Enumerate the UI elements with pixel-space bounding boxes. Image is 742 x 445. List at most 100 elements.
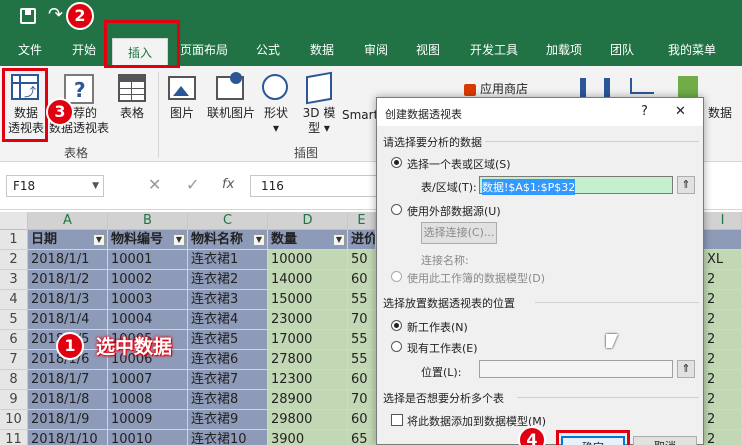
table-cell[interactable]: 10004 <box>108 310 188 330</box>
picture-button[interactable]: 图片 <box>164 106 200 121</box>
table-cell[interactable]: 连衣裙9 <box>188 410 268 430</box>
table-cell[interactable]: 60 <box>348 410 376 430</box>
table-cell[interactable]: 12300 <box>268 370 348 390</box>
table-cell[interactable]: 2018/1/1 <box>28 250 108 270</box>
table-cell[interactable]: 28900 <box>268 390 348 410</box>
table-cell[interactable]: 29800 <box>268 410 348 430</box>
row-header[interactable]: 9 <box>0 390 28 410</box>
table-cell[interactable]: 2 <box>704 370 742 390</box>
row-header[interactable]: 3 <box>0 270 28 290</box>
tab-review[interactable]: 审阅 <box>354 34 398 66</box>
table-cell[interactable]: 连衣裙10 <box>188 430 268 445</box>
table-cell[interactable]: 3900 <box>268 430 348 445</box>
table-cell[interactable]: 10002 <box>108 270 188 290</box>
table-cell[interactable]: 2 <box>704 310 742 330</box>
radio-select-range[interactable] <box>391 157 402 168</box>
row-header[interactable]: 6 <box>0 330 28 350</box>
table-cell[interactable]: 2 <box>704 350 742 370</box>
row-header[interactable]: 2 <box>0 250 28 270</box>
tab-page-layout[interactable]: 页面布局 <box>176 34 232 66</box>
choose-connection-button[interactable]: 选择连接(C)... <box>421 222 497 244</box>
filter-dropdown-icon[interactable]: ▼ <box>93 234 105 246</box>
col-header-d[interactable]: D <box>268 212 348 230</box>
tab-team[interactable]: 团队 <box>600 34 644 66</box>
online-picture-button[interactable]: 联机图片 <box>204 106 258 121</box>
map-icon[interactable] <box>678 76 698 98</box>
redo-icon[interactable]: ↷ <box>48 4 63 25</box>
table-cell[interactable]: 15000 <box>268 290 348 310</box>
table-cell[interactable]: XL <box>704 250 742 270</box>
filter-dropdown-icon[interactable]: ▼ <box>253 234 265 246</box>
save-icon[interactable] <box>20 8 36 24</box>
table-cell[interactable]: 10003 <box>108 290 188 310</box>
chevron-down-icon[interactable]: ▼ <box>92 176 99 196</box>
table-header-cell[interactable]: 进价 <box>348 230 376 250</box>
insert-function-icon[interactable]: fx <box>222 177 234 192</box>
table-cell[interactable]: 70 <box>348 310 376 330</box>
table-cell[interactable]: 55 <box>348 350 376 370</box>
table-cell[interactable]: 2 <box>704 430 742 445</box>
table-cell[interactable]: 10008 <box>108 390 188 410</box>
col-header-a[interactable]: A <box>28 212 108 230</box>
table-cell[interactable]: 10009 <box>108 410 188 430</box>
table-cell[interactable]: 2 <box>704 270 742 290</box>
table-cell[interactable]: 10007 <box>108 370 188 390</box>
table-cell[interactable]: 2 <box>704 290 742 310</box>
select-all-corner[interactable] <box>0 212 28 230</box>
table-cell[interactable]: 连衣裙1 <box>188 250 268 270</box>
table-cell[interactable]: 连衣裙6 <box>188 350 268 370</box>
table-cell[interactable]: 65 <box>348 430 376 445</box>
charts-icon[interactable] <box>580 78 610 98</box>
table-cell[interactable]: 27800 <box>268 350 348 370</box>
close-icon[interactable]: ✕ <box>675 104 686 119</box>
range-collapse-button[interactable]: ⇑ <box>677 176 695 194</box>
table-cell[interactable]: 10010 <box>108 430 188 445</box>
table-cell[interactable]: 70 <box>348 390 376 410</box>
row-header[interactable]: 10 <box>0 410 28 430</box>
table-cell[interactable]: 60 <box>348 270 376 290</box>
table-cell[interactable]: 55 <box>348 330 376 350</box>
table-cell[interactable]: 2018/1/4 <box>28 310 108 330</box>
row-header[interactable]: 11 <box>0 430 28 445</box>
range-input[interactable]: 数据!$A$1:$P$32 <box>479 176 673 195</box>
col-header-e[interactable]: E <box>348 212 376 230</box>
radio-external-source[interactable] <box>391 204 402 215</box>
table-cell[interactable]: 14000 <box>268 270 348 290</box>
table-cell[interactable]: 2 <box>704 330 742 350</box>
row-header[interactable]: 7 <box>0 350 28 370</box>
table-cell[interactable]: 17000 <box>268 330 348 350</box>
table-cell[interactable]: 2018/1/10 <box>28 430 108 445</box>
col-header-c[interactable]: C <box>188 212 268 230</box>
radio-existing-worksheet[interactable] <box>391 341 402 352</box>
help-button[interactable]: ? <box>641 104 648 119</box>
table-button[interactable]: 表格 <box>112 106 152 121</box>
tab-view[interactable]: 视图 <box>406 34 450 66</box>
tab-addins[interactable]: 加载项 <box>538 34 590 66</box>
tab-formulas[interactable]: 公式 <box>246 34 290 66</box>
radio-data-model[interactable] <box>391 271 402 282</box>
row-header[interactable]: 8 <box>0 370 28 390</box>
cancel-button[interactable]: 取消 <box>633 436 697 445</box>
cancel-formula-icon[interactable]: ✕ <box>148 175 161 194</box>
table-header-cell[interactable]: 物料编号 ▼ <box>108 230 188 250</box>
table-cell[interactable]: 50 <box>348 250 376 270</box>
smartart-button[interactable]: SmartArt <box>342 108 378 123</box>
radio-new-worksheet[interactable] <box>391 320 402 331</box>
table-cell[interactable]: 连衣裙7 <box>188 370 268 390</box>
table-cell[interactable]: 2 <box>704 410 742 430</box>
table-cell[interactable]: 连衣裙5 <box>188 330 268 350</box>
table-cell[interactable]: 连衣裙4 <box>188 310 268 330</box>
table-cell[interactable]: 10001 <box>108 250 188 270</box>
tab-data[interactable]: 数据 <box>300 34 344 66</box>
add-to-model-checkbox[interactable] <box>391 414 403 426</box>
table-cell[interactable]: 2018/1/9 <box>28 410 108 430</box>
app-store-button[interactable]: 应用商店 <box>480 82 540 97</box>
table-cell[interactable]: 2018/1/8 <box>28 390 108 410</box>
table-cell[interactable]: 连衣裙2 <box>188 270 268 290</box>
row-header[interactable]: 1 <box>0 230 28 250</box>
table-cell[interactable]: 2 <box>704 390 742 410</box>
3d-model-button[interactable]: 3D 模 型 ▾ <box>298 106 340 136</box>
col-header-b[interactable]: B <box>108 212 188 230</box>
tab-file[interactable]: 文件 <box>8 34 52 66</box>
table-cell[interactable]: 2018/1/3 <box>28 290 108 310</box>
